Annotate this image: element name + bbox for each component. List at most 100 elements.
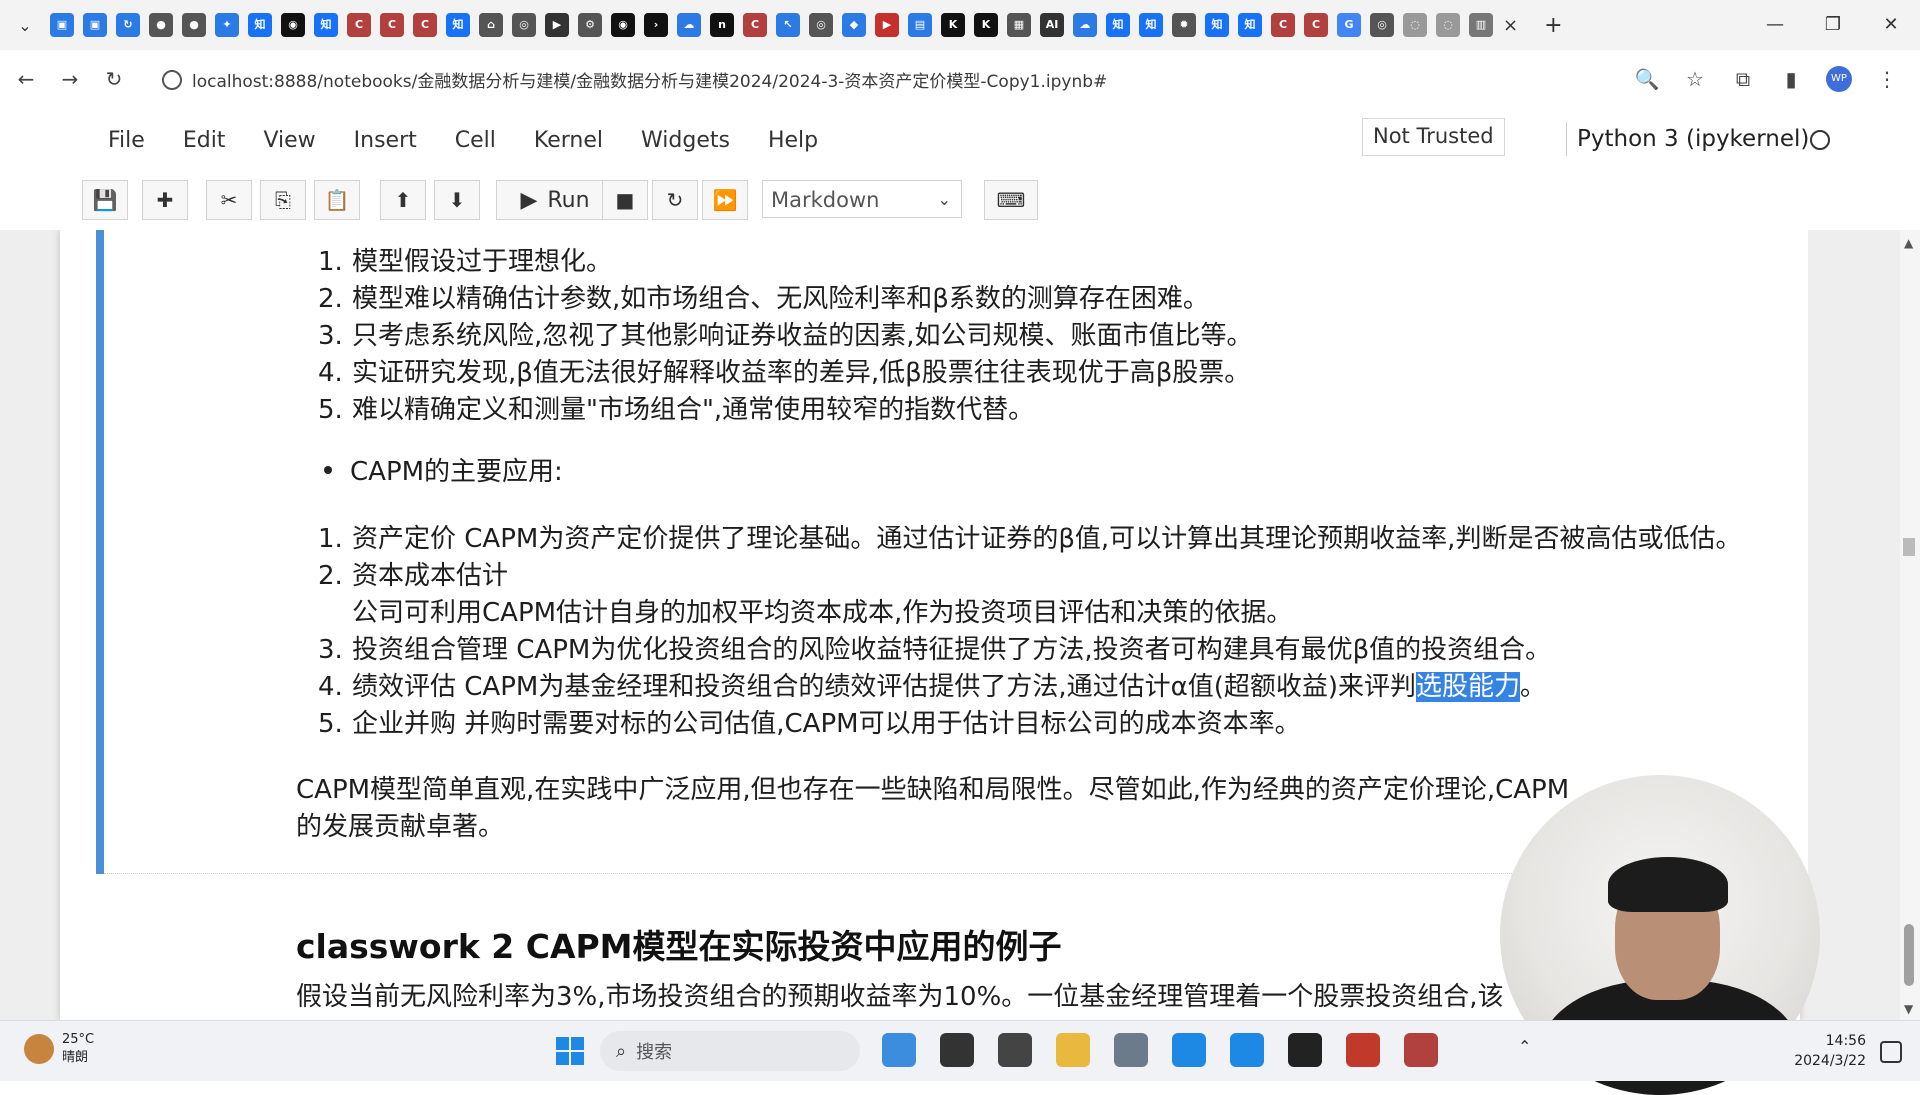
restore-button[interactable]: ❐ <box>1804 0 1862 50</box>
restart-button[interactable]: ↻ <box>652 180 698 220</box>
close-window-button[interactable]: ✕ <box>1862 0 1920 50</box>
loading-tab-icon[interactable]: ◌ <box>1403 13 1427 37</box>
zhihu-tab-icon[interactable]: 知 <box>248 13 272 37</box>
k-tab-icon[interactable]: K <box>941 13 965 37</box>
widgets-app-icon[interactable] <box>882 1033 916 1067</box>
restart-run-all-button[interactable]: ⏩ <box>702 180 748 220</box>
zoom-icon[interactable]: 🔍 <box>1634 67 1660 91</box>
zhihu-tab-icon[interactable]: 知 <box>1139 13 1163 37</box>
extensions-icon[interactable]: ⧉ <box>1730 67 1756 91</box>
command-palette-button[interactable]: ⌨ <box>984 180 1038 220</box>
url-field[interactable]: localhost:8888/notebooks/金融数据分析与建模/金融数据分… <box>162 67 1107 92</box>
c-tab-icon[interactable]: C <box>743 13 767 37</box>
file-explorer-app-icon[interactable] <box>940 1033 974 1067</box>
move-up-button[interactable]: ⬆ <box>380 180 426 220</box>
video-tab-icon[interactable]: ▶ <box>545 13 569 37</box>
weather-widget[interactable]: 25°C 晴朗 <box>24 1031 94 1067</box>
scrollbar-thumb[interactable] <box>1904 924 1914 986</box>
refresh-tab-icon[interactable]: ↻ <box>116 13 140 37</box>
zhihu-tab-icon[interactable]: 知 <box>314 13 338 37</box>
insert-cell-button[interactable]: ✚ <box>142 180 188 220</box>
c-tab-icon[interactable]: C <box>413 13 437 37</box>
copy-button[interactable]: ⎘ <box>260 180 306 220</box>
back-button[interactable]: ← <box>8 67 44 91</box>
minimize-button[interactable]: — <box>1746 0 1804 50</box>
menu-kernel[interactable]: Kernel <box>534 124 603 157</box>
n-tab-icon[interactable]: n <box>710 13 734 37</box>
bookmark-app-icon[interactable] <box>1230 1033 1264 1067</box>
cut-button[interactable]: ✂ <box>206 180 252 220</box>
close-tab-button[interactable]: × <box>1503 15 1518 36</box>
notification-icon[interactable] <box>1880 1041 1902 1063</box>
puzzle-tab-icon[interactable]: ✦ <box>215 13 239 37</box>
terminal-app-icon[interactable] <box>1288 1033 1322 1067</box>
gear-tab-icon[interactable]: ⚙ <box>578 13 602 37</box>
vscode-tab-icon[interactable]: ◆ <box>842 13 866 37</box>
profile-avatar[interactable]: WP <box>1826 66 1852 92</box>
github-tab-icon[interactable]: ◉ <box>281 13 305 37</box>
menu-help[interactable]: Help <box>768 124 818 157</box>
forward-button[interactable]: → <box>52 67 88 91</box>
terminal-tab-icon[interactable]: › <box>644 13 668 37</box>
zhihu-tab-icon[interactable]: 知 <box>1238 13 1262 37</box>
menu-file[interactable]: File <box>108 124 145 157</box>
github-tab-icon[interactable]: ◉ <box>611 13 635 37</box>
selected-text[interactable]: 选股能力 <box>1416 672 1521 702</box>
menu-insert[interactable]: Insert <box>354 124 417 157</box>
cell-type-select[interactable]: Markdown ⌄ <box>762 180 962 218</box>
move-down-button[interactable]: ⬇ <box>434 180 480 220</box>
folder-app-icon[interactable] <box>1056 1033 1090 1067</box>
k-tab-icon[interactable]: K <box>974 13 998 37</box>
menu-widgets[interactable]: Widgets <box>641 124 730 157</box>
trust-indicator[interactable]: Not Trusted <box>1362 118 1505 156</box>
record-tab-icon[interactable]: ● <box>149 13 173 37</box>
c-tab-icon[interactable]: C <box>1271 13 1295 37</box>
youtube-tab-icon[interactable]: ▶ <box>875 13 899 37</box>
grid-tab-icon[interactable]: ▦ <box>1007 13 1031 37</box>
monitor-app-icon[interactable] <box>998 1033 1032 1067</box>
scroll-down-icon[interactable]: ▼ <box>1904 1002 1913 1016</box>
google-tab-icon[interactable]: G <box>1337 13 1361 37</box>
cloud-tab-icon[interactable]: ☁ <box>1073 13 1097 37</box>
cloud-tab-icon[interactable]: ☁ <box>677 13 701 37</box>
clock[interactable]: 14:56 2024/3/22 <box>1794 1031 1866 1071</box>
wps-app-icon[interactable] <box>1346 1033 1380 1067</box>
zhihu-tab-icon[interactable]: 知 <box>1205 13 1229 37</box>
loading-tab-icon[interactable]: ◌ <box>1436 13 1460 37</box>
check-app-icon[interactable] <box>1172 1033 1206 1067</box>
menu-view[interactable]: View <box>263 124 315 157</box>
save-button[interactable]: 💾 <box>82 180 128 220</box>
c-tab-icon[interactable]: C <box>380 13 404 37</box>
run-button[interactable]: ▶ Run <box>496 180 614 220</box>
notebook-tab-icon[interactable]: ▥ <box>1469 13 1493 37</box>
record-app-icon[interactable] <box>1404 1033 1438 1067</box>
site-info-icon[interactable] <box>162 69 182 90</box>
paste-button[interactable]: 📋 <box>314 180 360 220</box>
ai-tab-icon[interactable]: AI <box>1040 13 1064 37</box>
cursor-tab-icon[interactable]: ↖ <box>776 13 800 37</box>
home-tab-icon[interactable]: ⌂ <box>479 13 503 37</box>
start-button[interactable] <box>556 1037 584 1065</box>
record-tab-icon[interactable]: ● <box>182 13 206 37</box>
browser-menu-icon[interactable]: ⋮ <box>1874 67 1900 91</box>
kernel-name[interactable]: Python 3 (ipykernel) <box>1566 122 1809 156</box>
c-tab-icon[interactable]: C <box>1304 13 1328 37</box>
zhihu-tab-icon[interactable]: 知 <box>446 13 470 37</box>
bookmark-star-icon[interactable]: ☆ <box>1682 67 1708 91</box>
globe-tab-icon[interactable]: ◎ <box>512 13 536 37</box>
bug-tab-icon[interactable]: ✹ <box>1172 13 1196 37</box>
page-scrollbar[interactable]: ▲ ▼ <box>1900 230 1920 1020</box>
taskbar-search[interactable]: ⌕ 搜索 <box>600 1031 860 1071</box>
calendar-tab-icon[interactable]: ▣ <box>50 13 74 37</box>
scroll-up-icon[interactable]: ▲ <box>1904 236 1913 250</box>
calendar-tab-icon[interactable]: ▣ <box>83 13 107 37</box>
globe-tab-icon[interactable]: ◎ <box>1370 13 1394 37</box>
side-panel-icon[interactable]: ▮ <box>1778 67 1804 91</box>
chart-tab-icon[interactable]: ▤ <box>908 13 932 37</box>
tray-overflow-icon[interactable]: ⌃ <box>1518 1037 1531 1056</box>
new-tab-button[interactable]: + <box>1544 13 1562 38</box>
zhihu-tab-icon[interactable]: 知 <box>1106 13 1130 37</box>
interrupt-button[interactable]: ■ <box>602 180 648 220</box>
c-tab-icon[interactable]: C <box>347 13 371 37</box>
tab-search-button[interactable]: ⌄ <box>0 16 50 35</box>
